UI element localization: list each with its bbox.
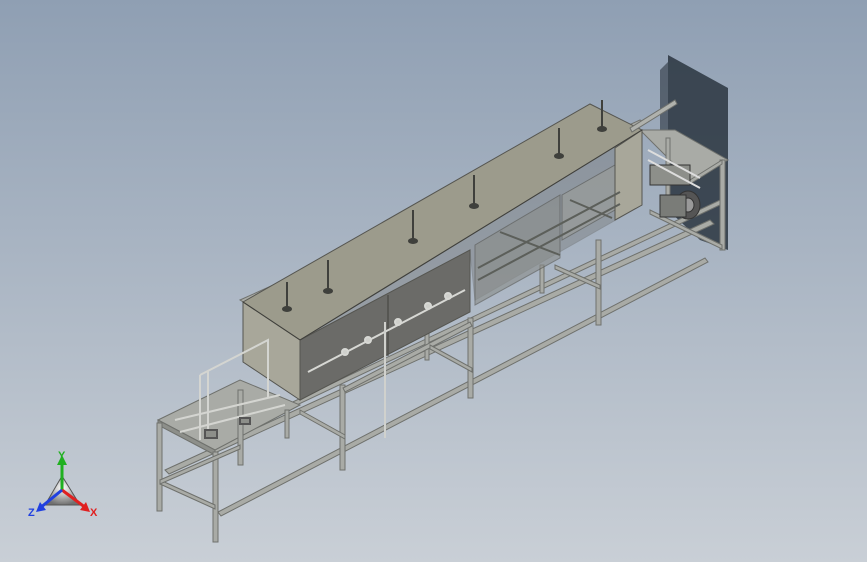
z-axis-label: Z [28,507,35,519]
model-view[interactable]: Y X Z [0,0,867,562]
cad-viewport[interactable]: Y X Z [0,0,867,562]
x-axis-label: X [90,507,98,519]
y-axis-label: Y [58,450,66,462]
